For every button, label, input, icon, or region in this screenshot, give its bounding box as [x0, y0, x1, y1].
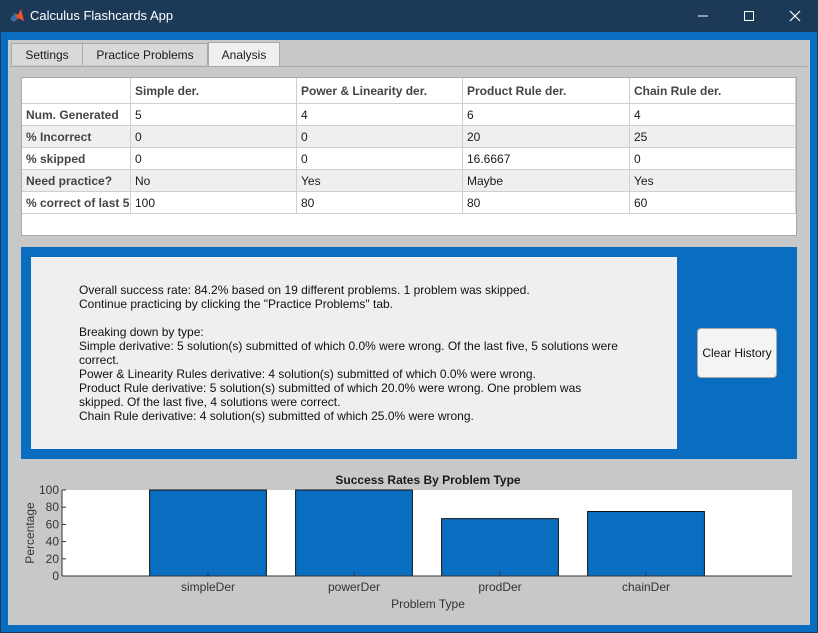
y-tick-label: 60 [46, 517, 60, 531]
x-tick-label: simpleDer [181, 580, 235, 594]
y-tick-label: 80 [46, 500, 60, 514]
x-tick-label: chainDer [622, 580, 670, 594]
chart-bar-chainDer [587, 511, 705, 577]
chart-ylabel: Percentage [23, 502, 37, 564]
chart-title: Success Rates By Problem Type [335, 473, 521, 487]
chart-xlabel: Problem Type [391, 597, 465, 611]
x-tick-label: prodDer [478, 580, 521, 594]
y-tick-label: 0 [52, 569, 59, 583]
x-tick-label: powerDer [328, 580, 380, 594]
chart-bar-prodDer [441, 518, 559, 577]
y-tick-label: 20 [46, 552, 60, 566]
y-tick-label: 100 [39, 483, 59, 497]
chart-bar-powerDer [295, 489, 413, 577]
y-tick-label: 40 [46, 535, 60, 549]
success-rate-chart: Success Rates By Problem Type 0 20 40 60 80 1… [23, 473, 792, 611]
chart-bar-simpleDer [149, 489, 267, 577]
